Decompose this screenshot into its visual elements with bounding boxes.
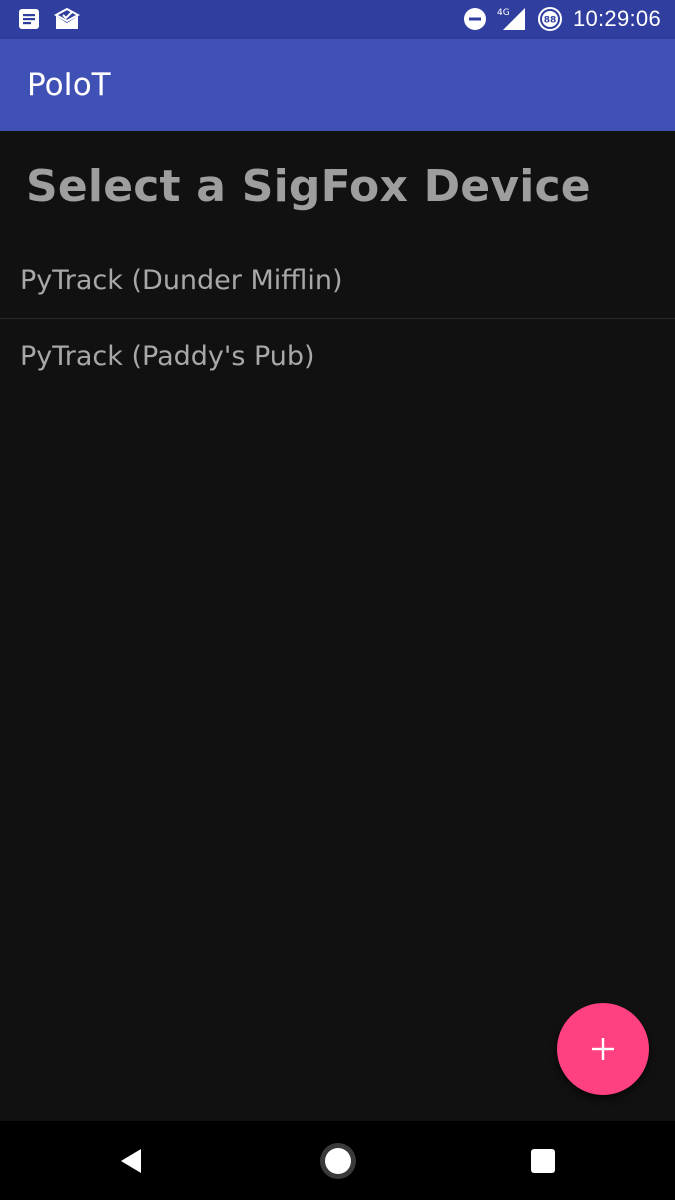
status-time: 10:29:06 bbox=[572, 6, 661, 31]
device-list: PyTrack (Dunder Mifflin) PyTrack (Paddy'… bbox=[0, 243, 675, 394]
status-right-icons: 4G 88 10:29:06 bbox=[463, 6, 661, 32]
app-title: PoIoT bbox=[27, 67, 111, 103]
mail-icon bbox=[54, 8, 80, 30]
network-type-label: 4G bbox=[497, 8, 510, 18]
home-icon bbox=[318, 1141, 358, 1181]
add-device-button[interactable] bbox=[557, 1003, 649, 1095]
back-icon bbox=[119, 1147, 143, 1175]
home-button[interactable] bbox=[298, 1121, 378, 1200]
do-not-disturb-icon bbox=[463, 7, 487, 31]
notes-icon bbox=[18, 8, 40, 30]
battery-icon: 88 bbox=[537, 6, 563, 32]
status-bar: 4G 88 10:29:06 bbox=[0, 0, 675, 39]
app-bar: PoIoT bbox=[0, 39, 675, 131]
recents-icon bbox=[530, 1148, 556, 1174]
status-left-icons bbox=[18, 8, 80, 30]
plus-icon bbox=[590, 1036, 616, 1062]
main-content: Select a SigFox Device PyTrack (Dunder M… bbox=[0, 131, 675, 1121]
navigation-bar bbox=[0, 1121, 675, 1200]
back-button[interactable] bbox=[91, 1121, 171, 1200]
device-list-item[interactable]: PyTrack (Dunder Mifflin) bbox=[0, 243, 675, 318]
recents-button[interactable] bbox=[503, 1121, 583, 1200]
battery-level-label: 88 bbox=[544, 16, 557, 26]
device-list-item[interactable]: PyTrack (Paddy's Pub) bbox=[0, 319, 675, 394]
signal-icon: 4G bbox=[497, 6, 527, 32]
page-heading: Select a SigFox Device bbox=[26, 161, 591, 212]
